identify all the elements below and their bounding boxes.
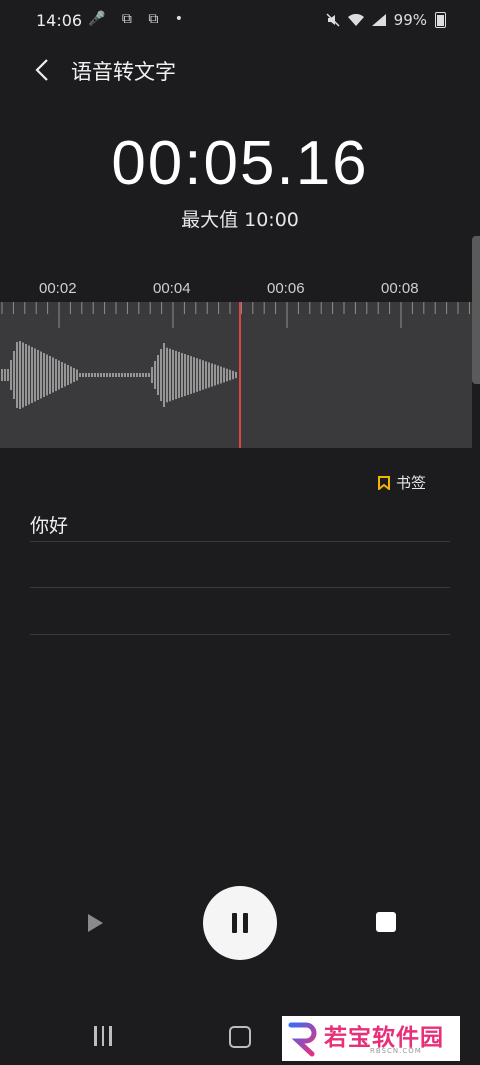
max-duration-label: 最大值 10:00	[181, 209, 299, 231]
notification-icons: 🎤 ⧉ ⧉ •	[88, 11, 190, 27]
status-time: 14:06	[36, 11, 83, 30]
chevron-left-icon	[35, 59, 48, 81]
tick-label: 00:04	[153, 280, 191, 297]
tick-label: 00:08	[381, 280, 419, 297]
mute-icon	[326, 13, 340, 27]
timeline-ruler: 00:02 00:04 00:06 00:08	[0, 275, 480, 305]
bookmark-button[interactable]: 书签	[377, 472, 426, 493]
pause-icon	[229, 913, 251, 933]
tick-label: 00:06	[267, 280, 305, 297]
bookmark-icon	[377, 475, 390, 490]
app-header: 语音转文字	[0, 46, 480, 94]
status-bar: 14:06 🎤 ⧉ ⧉ • 99%	[0, 0, 480, 44]
watermark-logo-icon	[282, 1016, 324, 1061]
transcript-text: 你好	[30, 515, 69, 537]
battery-icon	[435, 12, 446, 28]
play-button[interactable]	[80, 906, 110, 940]
scrollbar-thumb[interactable]	[472, 236, 480, 384]
transcript-line: 你好	[30, 505, 450, 542]
waveform-panel[interactable]	[0, 302, 472, 448]
tick-label: 00:02	[39, 280, 77, 297]
pause-button[interactable]	[203, 886, 277, 960]
transcript-line	[30, 587, 450, 635]
recents-button[interactable]	[94, 1026, 112, 1046]
watermark: 若宝软件园 RBSCN.COM	[282, 1016, 460, 1061]
transcript-line	[30, 541, 450, 588]
signal-icon	[371, 14, 386, 26]
battery-percent: 99%	[393, 11, 427, 29]
waveform	[1, 302, 470, 448]
wifi-icon	[347, 13, 364, 26]
elapsed-timer: 00:05.16	[111, 129, 369, 198]
play-icon	[88, 914, 103, 932]
page-title: 语音转文字	[71, 60, 176, 84]
back-button[interactable]	[24, 50, 60, 90]
home-button[interactable]	[229, 1026, 251, 1048]
bookmark-label: 书签	[395, 474, 426, 492]
status-right: 99%	[326, 11, 446, 29]
stop-button[interactable]	[376, 912, 396, 932]
watermark-sub: RBSCN.COM	[370, 1047, 422, 1055]
